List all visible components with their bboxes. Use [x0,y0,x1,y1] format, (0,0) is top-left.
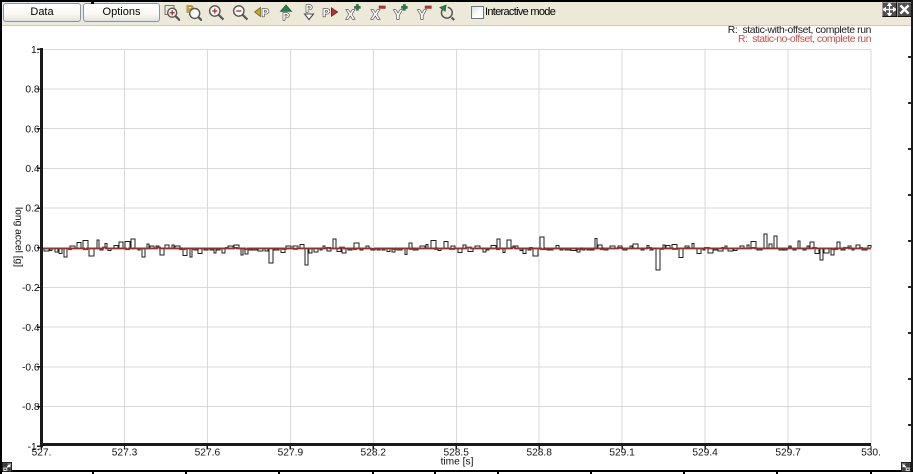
svg-text:X: X [346,7,355,21]
svg-text:P: P [283,12,290,21]
svg-text:0.4: 0.4 [25,164,39,175]
svg-text:P: P [323,8,330,20]
svg-text:-0.8: -0.8 [22,402,40,413]
svg-text:529.1: 529.1 [609,448,635,459]
svg-text:0.2: 0.2 [25,204,39,215]
svg-text:-0.4: -0.4 [22,323,40,334]
svg-text:0.8: 0.8 [25,85,39,96]
svg-text:527.: 527. [32,448,52,459]
svg-text:0.0: 0.0 [25,243,39,254]
svg-text:-0.2: -0.2 [22,283,40,294]
svg-text:530.: 530. [861,448,881,459]
svg-text:P: P [262,8,269,20]
svg-text:Y: Y [394,7,403,21]
svg-text:527.3: 527.3 [112,448,138,459]
svg-text:1.: 1. [31,45,40,56]
svg-text:Y: Y [418,7,427,21]
svg-text:527.6: 527.6 [195,448,221,459]
svg-text:529.7: 529.7 [775,448,801,459]
svg-text:R: static-no-offset, complete: R: static-no-offset, complete run [738,34,872,45]
svg-text:0.6: 0.6 [25,124,39,135]
svg-text:-0.6: -0.6 [22,363,40,374]
svg-text:long accel [g]: long accel [g] [13,207,24,267]
svg-text:528.2: 528.2 [361,448,387,459]
svg-text:527.9: 527.9 [278,448,304,459]
svg-text:529.4: 529.4 [692,448,718,459]
svg-text:time [s]: time [s] [441,457,474,468]
svg-text:528.8: 528.8 [526,448,552,459]
svg-text:X: X [371,7,380,21]
